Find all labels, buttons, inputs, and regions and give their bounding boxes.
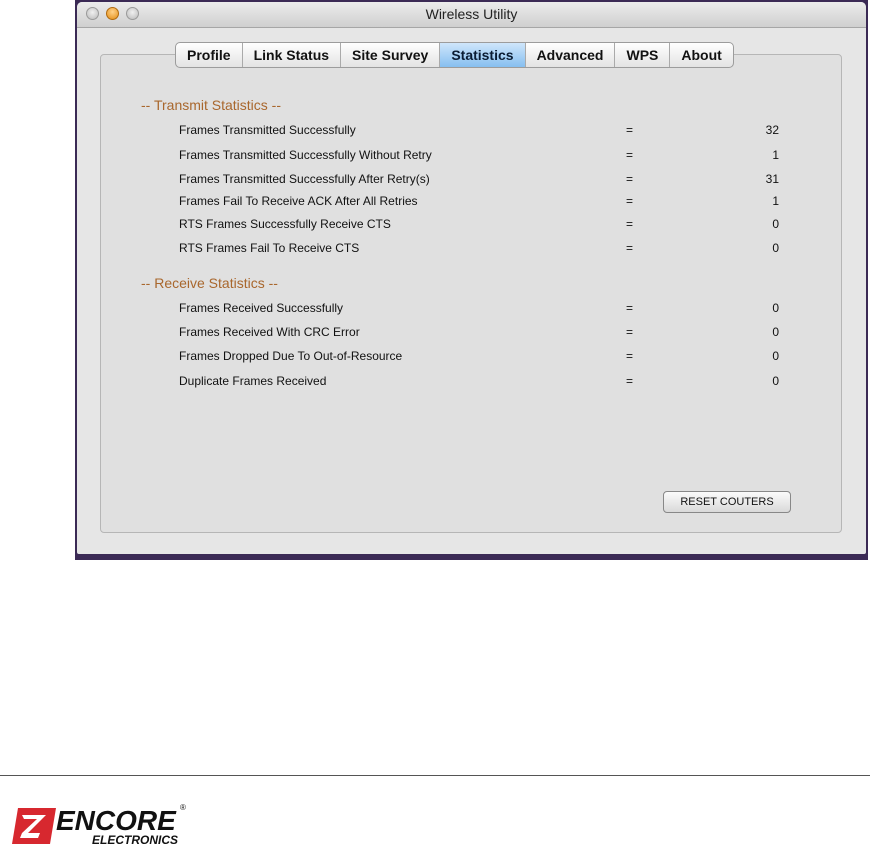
stat-label: Frames Received With CRC Error: [179, 325, 360, 339]
stat-label: Duplicate Frames Received: [179, 374, 327, 388]
transmit-row: Frames Transmitted Successfully = 32: [179, 123, 779, 139]
title-bar[interactable]: Wireless Utility: [77, 2, 866, 28]
app-window: Wireless Utility Profile Link Status Sit…: [77, 2, 866, 554]
equals-sign: =: [626, 241, 634, 255]
stat-label: RTS Frames Successfully Receive CTS: [179, 217, 391, 231]
transmit-row: Frames Fail To Receive ACK After All Ret…: [179, 194, 779, 210]
reset-counters-button[interactable]: RESET COUTERS: [663, 491, 791, 513]
stat-value: 0: [772, 374, 779, 388]
tab-advanced[interactable]: Advanced: [526, 43, 616, 67]
stat-label: Frames Transmitted Successfully After Re…: [179, 172, 430, 186]
transmit-row: Frames Transmitted Successfully After Re…: [179, 172, 779, 188]
receive-row: Frames Received With CRC Error = 0: [179, 325, 779, 341]
logo-main-text: ENCORE: [56, 805, 177, 836]
tab-link-status[interactable]: Link Status: [243, 43, 342, 67]
transmit-statistics-title: -- Transmit Statistics --: [141, 97, 282, 113]
equals-sign: =: [626, 123, 634, 137]
equals-sign: =: [626, 217, 634, 231]
transmit-row: RTS Frames Successfully Receive CTS = 0: [179, 217, 779, 233]
footer-divider: [0, 775, 870, 776]
encore-logo: ENCORE ® ELECTRONICS: [12, 803, 186, 847]
receive-row: Duplicate Frames Received = 0: [179, 374, 779, 390]
screenshot-frame: Wireless Utility Profile Link Status Sit…: [75, 0, 868, 560]
equals-sign: =: [626, 374, 634, 388]
receive-row: Frames Received Successfully = 0: [179, 301, 779, 317]
stat-label: RTS Frames Fail To Receive CTS: [179, 241, 360, 255]
transmit-row: RTS Frames Fail To Receive CTS = 0: [179, 241, 779, 257]
document-page: Wireless Utility Profile Link Status Sit…: [0, 0, 870, 851]
tab-site-survey[interactable]: Site Survey: [341, 43, 441, 67]
equals-sign: =: [626, 148, 634, 162]
stat-value: 0: [772, 325, 779, 339]
stat-value: 0: [772, 217, 779, 231]
equals-sign: =: [626, 172, 634, 186]
stat-value: 31: [765, 172, 779, 186]
stat-value: 32: [765, 123, 779, 137]
stat-value: 0: [772, 349, 779, 363]
tab-profile[interactable]: Profile: [176, 43, 243, 67]
stat-label: Frames Transmitted Successfully: [179, 123, 356, 137]
transmit-row: Frames Transmitted Successfully Without …: [179, 148, 779, 164]
window-title: Wireless Utility: [425, 6, 518, 22]
tab-wps[interactable]: WPS: [615, 43, 671, 67]
statistics-panel: -- Transmit Statistics -- Frames Transmi…: [100, 54, 842, 533]
encore-mark-icon: [12, 808, 56, 844]
stat-value: 1: [772, 148, 779, 162]
equals-sign: =: [626, 349, 634, 363]
stat-value: 0: [772, 241, 779, 255]
registered-mark: ®: [180, 803, 186, 812]
stat-label: Frames Transmitted Successfully Without …: [179, 148, 432, 162]
tab-bar: Profile Link Status Site Survey Statisti…: [175, 42, 734, 68]
stat-label: Frames Fail To Receive ACK After All Ret…: [179, 194, 418, 208]
stat-value: 1: [772, 194, 779, 208]
stat-value: 0: [772, 301, 779, 315]
stat-label: Frames Received Successfully: [179, 301, 344, 315]
equals-sign: =: [626, 325, 634, 339]
stat-label: Frames Dropped Due To Out-of-Resource: [179, 349, 403, 363]
tab-statistics[interactable]: Statistics: [440, 43, 526, 67]
logo-sub-text: ELECTRONICS: [92, 833, 178, 847]
receive-row: Frames Dropped Due To Out-of-Resource = …: [179, 349, 779, 365]
equals-sign: =: [626, 301, 634, 315]
tab-about[interactable]: About: [670, 43, 732, 67]
equals-sign: =: [626, 194, 634, 208]
receive-statistics-title: -- Receive Statistics --: [141, 275, 278, 291]
